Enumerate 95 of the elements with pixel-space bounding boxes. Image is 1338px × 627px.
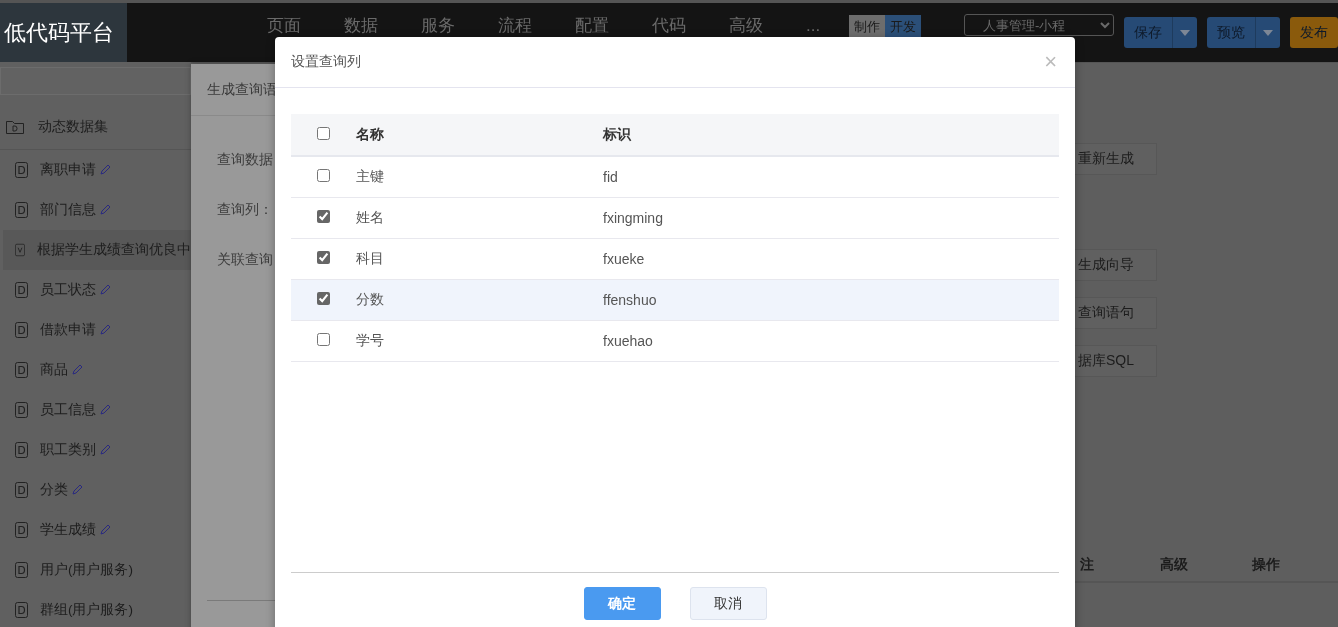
sidebar-item[interactable]: 职工类别 [0,430,191,470]
row-checkbox[interactable] [316,251,330,264]
table-cell: fid [602,156,1059,198]
data-file-icon [15,442,28,458]
data-file-icon [15,162,28,178]
app-logo[interactable]: 低代码平台 [0,3,127,62]
sidebar-item[interactable]: 群组(用户服务) [0,590,191,627]
table-cell: fxuehao [602,320,1059,362]
nav-tab[interactable]: 服务 [421,16,455,35]
data-file-icon [15,482,28,498]
item-label: 借款申请 [40,321,96,339]
sidebar-item[interactable]: 借款申请 [0,310,191,350]
item-label: 离职申请 [40,161,96,179]
caret-icon [1263,29,1273,36]
column-header: 高级 [1160,556,1188,574]
item-label: 群组(用户服务) [40,601,133,619]
select-all-checkbox[interactable] [316,126,330,140]
row-checkbox[interactable] [316,292,330,305]
sidebar-item[interactable]: 分类 [0,470,191,510]
mode-tab[interactable]: 开发 [885,15,921,39]
pencil-icon[interactable] [100,402,112,415]
column-header: 操作 [1252,556,1280,574]
nav-tab[interactable]: 配置 [575,16,609,35]
mode-tab[interactable]: 制作 [849,15,885,39]
data-file-icon [15,282,28,298]
sidebar-item[interactable]: 部门信息 [0,190,191,230]
item-label: 员工状态 [40,281,96,299]
data-file-icon [15,202,28,218]
item-label: 学生成绩 [40,521,96,539]
pencil-icon[interactable] [100,442,112,455]
folder-icon [6,119,24,135]
field-label: 查询列： [217,201,273,219]
field-label: 查询数据 [217,151,273,169]
nav-tab[interactable]: 代码 [652,16,686,35]
table-row[interactable]: 分数 ffenshuo [291,279,1059,321]
pencil-icon[interactable] [100,202,112,215]
caret-icon [1180,29,1190,36]
pencil-icon[interactable] [72,362,84,375]
table-cell: ffenshuo [602,279,1059,321]
item-label: 职工类别 [40,441,96,459]
row-checkbox[interactable] [316,333,330,346]
table-cell: 科目 [355,238,602,280]
column-header: 名称 [356,125,384,142]
data-file-icon [15,602,28,618]
table-cell: fxueke [602,238,1059,280]
sidebar-item[interactable]: 学生成绩 [0,510,191,550]
action-button[interactable]: 发布 [1290,17,1338,48]
sidebar-item[interactable]: 员工信息 [0,390,191,430]
nav-tab[interactable]: 数据 [344,16,378,35]
action-button[interactable]: 预览 [1207,17,1280,48]
data-file-icon [15,562,28,578]
table-cell: 姓名 [355,197,602,239]
column-header: 注 [1080,556,1094,574]
table-row[interactable]: 学号 fxuehao [291,320,1059,362]
nav-tab[interactable]: 高级 [729,16,763,35]
pencil-icon[interactable] [100,522,112,535]
table-row[interactable]: 姓名 fxingming [291,197,1059,239]
item-label: 员工信息 [40,401,96,419]
data-file-icon [15,402,28,418]
search-field[interactable] [0,67,191,95]
pencil-icon[interactable] [100,322,112,335]
table-cell: fxingming [602,197,1059,239]
table-cell: 主键 [355,156,602,198]
sidebar-item[interactable]: 商品 [0,350,191,390]
field-label: 关联查询 [217,251,273,269]
pencil-icon[interactable] [72,482,84,495]
row-checkbox[interactable] [316,210,330,223]
data-file-icon [15,362,28,378]
item-label: 商品 [40,361,68,379]
table-row[interactable]: 主键 fid [291,156,1059,198]
nav-tab[interactable]: 流程 [498,16,532,35]
close-button[interactable]: × [1042,49,1059,75]
table-cell: 学号 [355,320,602,362]
confirm-button[interactable]: 确定 [583,587,661,620]
action-button[interactable]: 保存 [1124,17,1197,48]
item-label: 分类 [40,481,68,499]
data-file-icon [15,322,28,338]
sidebar-item[interactable]: 员工状态 [0,270,191,310]
sidebar-item[interactable]: 离职申请 [0,150,191,190]
cancel-button[interactable]: 取消 [689,587,767,620]
pencil-icon[interactable] [100,162,112,175]
group-label: 动态数据集 [38,118,108,136]
table-row[interactable]: 科目 fxueke [291,238,1059,280]
row-checkbox[interactable] [316,169,330,182]
nav-tab[interactable]: 页面 [267,16,301,35]
table-cell: 分数 [355,279,602,321]
item-label: 用户(用户服务) [40,561,133,579]
pencil-icon[interactable] [100,282,112,295]
view-file-icon [15,242,25,258]
column-header: 标识 [603,125,631,142]
sidebar-item[interactable]: 用户(用户服务) [0,550,191,590]
app-select[interactable]: 人事管理-小程 [964,14,1114,36]
nav-tab[interactable]: ... [806,16,821,35]
data-file-icon [15,522,28,538]
item-label: 部门信息 [40,201,96,219]
